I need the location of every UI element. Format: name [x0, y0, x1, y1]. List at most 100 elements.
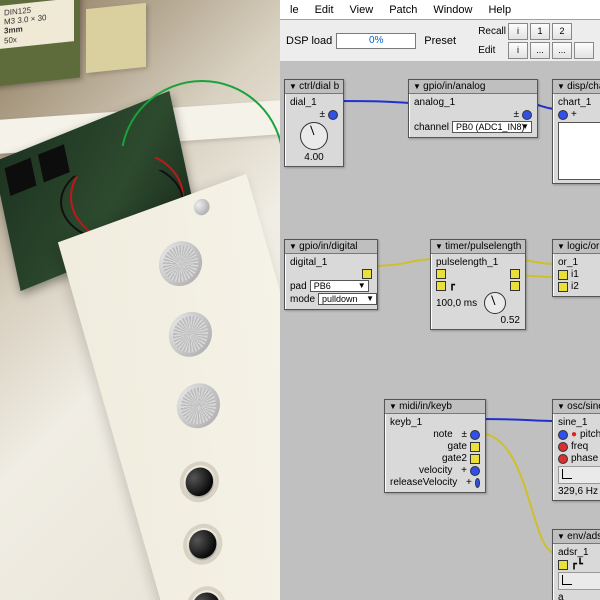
- node-name: analog_1: [414, 97, 532, 108]
- wave-icon: ┏┗: [571, 559, 583, 570]
- edit-button[interactable]: i: [508, 42, 528, 59]
- edit-button[interactable]: ...: [552, 42, 572, 59]
- front-panel: [58, 174, 280, 600]
- node-or[interactable]: logic/or 2 or_1 i1 i2: [552, 239, 600, 297]
- inlet-port[interactable]: [558, 454, 568, 464]
- push-button: [189, 589, 223, 600]
- node-name: pulselength_1: [436, 257, 520, 268]
- edit-label: Edit: [478, 44, 506, 57]
- dial-value: 4.00: [290, 152, 338, 163]
- pad-select[interactable]: PB6: [310, 280, 369, 292]
- menu-item[interactable]: Patch: [381, 2, 425, 18]
- outlet-port[interactable]: [470, 430, 480, 440]
- node-dial[interactable]: ctrl/dial b dial_1 ± 4.00: [284, 79, 344, 167]
- inlet-port[interactable]: [558, 270, 568, 280]
- dsp-label: DSP load: [286, 35, 332, 47]
- menu-item[interactable]: Help: [480, 2, 519, 18]
- node-header[interactable]: gpio/in/analog: [409, 80, 537, 94]
- outlet-label: gate: [448, 441, 467, 452]
- inlet-port[interactable]: [558, 282, 568, 292]
- param-label: a: [558, 592, 600, 600]
- node-header[interactable]: ctrl/dial b: [285, 80, 343, 94]
- node-header[interactable]: osc/sine: [553, 400, 600, 414]
- outlet-label: ±: [320, 109, 326, 120]
- bolt: [192, 197, 211, 218]
- dial-control[interactable]: [300, 122, 328, 150]
- node-analog-in[interactable]: gpio/in/analog analog_1 ± channelPB0 (AD…: [408, 79, 538, 138]
- node-header[interactable]: midi/in/keyb: [385, 400, 485, 414]
- node-header[interactable]: disp/chart p: [553, 80, 600, 94]
- inlet-label: i1: [571, 269, 579, 280]
- outlet-label: gate2: [442, 453, 467, 464]
- recall-button[interactable]: i: [508, 23, 528, 40]
- freq-readout: 329,6 Hz: [558, 486, 600, 497]
- menubar: le Edit View Patch Window Help: [280, 0, 600, 20]
- inlet-port[interactable]: [436, 269, 446, 279]
- dsp-load: DSP load 0%: [286, 33, 416, 49]
- channel-select[interactable]: PB0 (ADC1_IN8): [452, 121, 532, 133]
- node-name: or_1: [558, 257, 600, 268]
- inlet-port[interactable]: [436, 281, 446, 291]
- outlet-port[interactable]: [470, 454, 480, 464]
- dial-control[interactable]: [484, 292, 506, 314]
- recall-button[interactable]: 1: [530, 23, 550, 40]
- outlet-label: note: [433, 429, 452, 440]
- preset-label: Preset: [424, 35, 456, 47]
- node-header[interactable]: gpio/in/digital: [285, 240, 377, 254]
- param-label: channel: [414, 122, 449, 133]
- led-icon: ●: [571, 429, 577, 440]
- recall-label: Recall: [478, 25, 506, 38]
- param-label: mode: [290, 294, 315, 305]
- node-name: adsr_1: [558, 547, 600, 558]
- node-pulselength[interactable]: timer/pulselength pulselength_1 ┏ 100,0 …: [430, 239, 526, 330]
- node-header[interactable]: logic/or 2: [553, 240, 600, 254]
- edit-button[interactable]: ...: [530, 42, 550, 59]
- node-adsr[interactable]: env/adsr adsr_1 ┏┗ a 97,08 ms: [552, 529, 600, 600]
- node-header[interactable]: timer/pulselength: [431, 240, 525, 254]
- menu-item[interactable]: le: [282, 2, 307, 18]
- push-button: [182, 464, 216, 501]
- node-name: sine_1: [558, 417, 600, 428]
- inlet-port[interactable]: [558, 110, 568, 120]
- outlet-port[interactable]: [522, 110, 532, 120]
- node-midi-keyb[interactable]: midi/in/keyb keyb_1 note ± gate gate2 ve…: [384, 399, 486, 493]
- inlet-label: freq: [571, 441, 588, 452]
- waveform-display: [558, 572, 600, 590]
- param-label: pad: [290, 281, 307, 292]
- node-name: chart_1: [558, 97, 600, 108]
- knob: [172, 377, 226, 434]
- node-header[interactable]: env/adsr: [553, 530, 600, 544]
- chart-display: [558, 122, 600, 180]
- recall-button[interactable]: 2: [552, 23, 572, 40]
- node-chart[interactable]: disp/chart p chart_1 +: [552, 79, 600, 184]
- outlet-port[interactable]: [470, 442, 480, 452]
- pulse-value: 0.52: [436, 315, 520, 326]
- outlet-label: ±: [514, 109, 520, 120]
- inlet-label: phase: [571, 453, 598, 464]
- menu-item[interactable]: Edit: [307, 2, 342, 18]
- node-osc-sine[interactable]: osc/sine sine_1 ●pitch freq phase 329,6 …: [552, 399, 600, 501]
- menu-item[interactable]: View: [342, 2, 382, 18]
- inlet-label: pitch: [580, 429, 600, 440]
- mode-select[interactable]: pulldown: [318, 293, 377, 305]
- node-name: keyb_1: [390, 417, 480, 428]
- edit-button[interactable]: [574, 42, 594, 59]
- hardware-photo: DIN125 M3 3.0 × 30 3mm 50x: [0, 0, 280, 600]
- inlet-port[interactable]: [558, 430, 568, 440]
- outlet-port[interactable]: [328, 110, 338, 120]
- parts-box: [86, 3, 146, 73]
- outlet-label: velocity: [419, 465, 452, 476]
- inlet-port[interactable]: [558, 560, 568, 570]
- outlet-port[interactable]: [475, 478, 480, 488]
- node-digital-in[interactable]: gpio/in/digital digital_1 padPB6 modepul…: [284, 239, 378, 310]
- patch-canvas[interactable]: ctrl/dial b dial_1 ± 4.00 gpio/in/analog…: [280, 61, 600, 600]
- waveform-display: [558, 466, 600, 484]
- outlet-port[interactable]: [470, 466, 480, 476]
- outlet-port[interactable]: [362, 269, 372, 279]
- menu-item[interactable]: Window: [425, 2, 480, 18]
- outlet-port[interactable]: [510, 269, 520, 279]
- outlet-label: releaseVelocity: [390, 477, 457, 488]
- dsp-meter: 0%: [336, 33, 416, 49]
- inlet-port[interactable]: [558, 442, 568, 452]
- outlet-port[interactable]: [510, 281, 520, 291]
